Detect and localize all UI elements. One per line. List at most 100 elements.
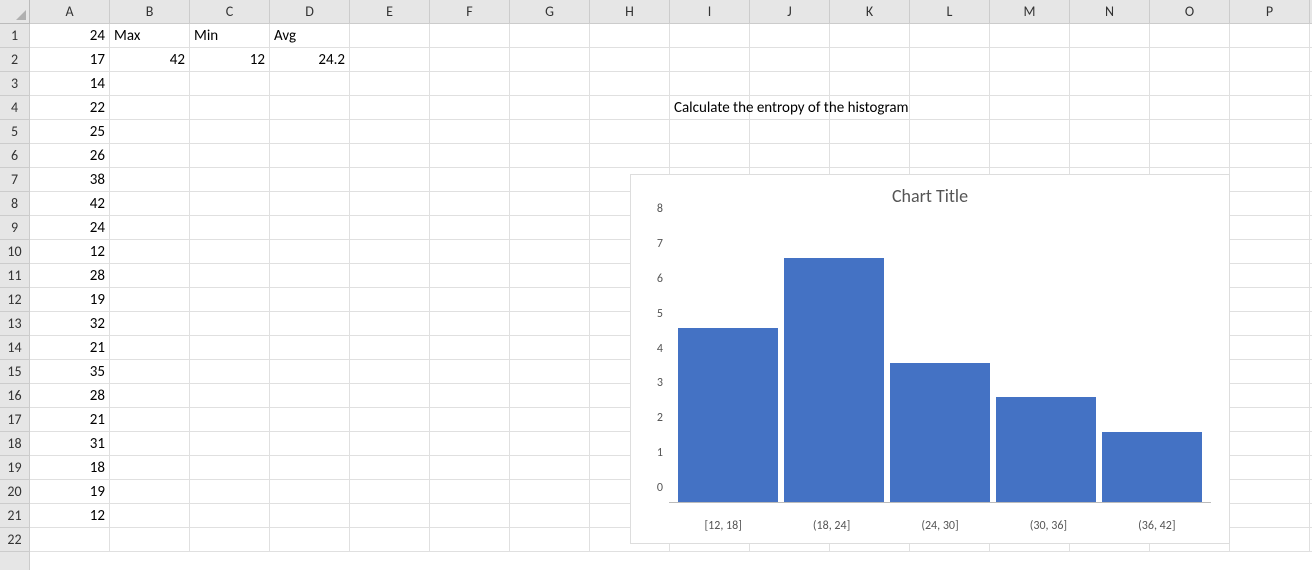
cell-B15[interactable] bbox=[110, 360, 190, 383]
cell-L3[interactable] bbox=[910, 72, 990, 95]
cell-N1[interactable] bbox=[1070, 24, 1150, 47]
column-header-N[interactable]: N bbox=[1070, 0, 1150, 23]
row-header-5[interactable]: 5 bbox=[0, 120, 29, 144]
row-header-7[interactable]: 7 bbox=[0, 168, 29, 192]
row-header-13[interactable]: 13 bbox=[0, 312, 29, 336]
cell-I6[interactable] bbox=[670, 144, 750, 167]
cell-C17[interactable] bbox=[190, 408, 270, 431]
cell-L4[interactable] bbox=[910, 96, 990, 119]
chart-bar[interactable] bbox=[890, 363, 990, 503]
cell-F10[interactable] bbox=[430, 240, 510, 263]
cell-N6[interactable] bbox=[1070, 144, 1150, 167]
column-header-C[interactable]: C bbox=[190, 0, 270, 23]
row-header-17[interactable]: 17 bbox=[0, 408, 29, 432]
cell-B13[interactable] bbox=[110, 312, 190, 335]
cell-A16[interactable]: 28 bbox=[30, 384, 110, 407]
cell-G20[interactable] bbox=[510, 480, 590, 503]
cell-B10[interactable] bbox=[110, 240, 190, 263]
cell-E19[interactable] bbox=[350, 456, 430, 479]
cell-M3[interactable] bbox=[990, 72, 1070, 95]
cell-G9[interactable] bbox=[510, 216, 590, 239]
column-header-H[interactable]: H bbox=[590, 0, 670, 23]
cell-F21[interactable] bbox=[430, 504, 510, 527]
cell-F17[interactable] bbox=[430, 408, 510, 431]
cell-C7[interactable] bbox=[190, 168, 270, 191]
cell-C2[interactable]: 12 bbox=[190, 48, 270, 71]
cell-J6[interactable] bbox=[750, 144, 830, 167]
cell-C8[interactable] bbox=[190, 192, 270, 215]
cell-H5[interactable] bbox=[590, 120, 670, 143]
cell-F12[interactable] bbox=[430, 288, 510, 311]
cell-P19[interactable] bbox=[1230, 456, 1310, 479]
cell-P9[interactable] bbox=[1230, 216, 1310, 239]
cell-C19[interactable] bbox=[190, 456, 270, 479]
cell-D13[interactable] bbox=[270, 312, 350, 335]
cell-G16[interactable] bbox=[510, 384, 590, 407]
cell-D9[interactable] bbox=[270, 216, 350, 239]
cell-M2[interactable] bbox=[990, 48, 1070, 71]
column-header-M[interactable]: M bbox=[990, 0, 1070, 23]
cell-P6[interactable] bbox=[1230, 144, 1310, 167]
cell-A22[interactable] bbox=[30, 528, 110, 551]
cell-B14[interactable] bbox=[110, 336, 190, 359]
cell-O3[interactable] bbox=[1150, 72, 1230, 95]
cell-C6[interactable] bbox=[190, 144, 270, 167]
cell-E3[interactable] bbox=[350, 72, 430, 95]
cell-D21[interactable] bbox=[270, 504, 350, 527]
cell-A15[interactable]: 35 bbox=[30, 360, 110, 383]
row-header-20[interactable]: 20 bbox=[0, 480, 29, 504]
cell-E13[interactable] bbox=[350, 312, 430, 335]
cell-N5[interactable] bbox=[1070, 120, 1150, 143]
cell-A12[interactable]: 19 bbox=[30, 288, 110, 311]
cell-D4[interactable] bbox=[270, 96, 350, 119]
cell-P13[interactable] bbox=[1230, 312, 1310, 335]
cell-G22[interactable] bbox=[510, 528, 590, 551]
cell-P1[interactable] bbox=[1230, 24, 1310, 47]
cell-D3[interactable] bbox=[270, 72, 350, 95]
cell-G3[interactable] bbox=[510, 72, 590, 95]
cell-B22[interactable] bbox=[110, 528, 190, 551]
cell-F5[interactable] bbox=[430, 120, 510, 143]
cell-O2[interactable] bbox=[1150, 48, 1230, 71]
cell-C14[interactable] bbox=[190, 336, 270, 359]
row-header-14[interactable]: 14 bbox=[0, 336, 29, 360]
cell-D7[interactable] bbox=[270, 168, 350, 191]
cell-F20[interactable] bbox=[430, 480, 510, 503]
cell-E20[interactable] bbox=[350, 480, 430, 503]
cell-A1[interactable]: 24 bbox=[30, 24, 110, 47]
cell-D6[interactable] bbox=[270, 144, 350, 167]
cell-B18[interactable] bbox=[110, 432, 190, 455]
cell-A6[interactable]: 26 bbox=[30, 144, 110, 167]
cell-P4[interactable] bbox=[1230, 96, 1310, 119]
cell-P22[interactable] bbox=[1230, 528, 1310, 551]
cells-area[interactable]: 24MaxMinAvg17421224.21422Calculate the e… bbox=[30, 24, 1312, 570]
cell-A14[interactable]: 21 bbox=[30, 336, 110, 359]
cell-H1[interactable] bbox=[590, 24, 670, 47]
row-header-2[interactable]: 2 bbox=[0, 48, 29, 72]
cell-D5[interactable] bbox=[270, 120, 350, 143]
cell-D18[interactable] bbox=[270, 432, 350, 455]
cell-B3[interactable] bbox=[110, 72, 190, 95]
cell-J1[interactable] bbox=[750, 24, 830, 47]
cell-E18[interactable] bbox=[350, 432, 430, 455]
cell-G4[interactable] bbox=[510, 96, 590, 119]
cell-J2[interactable] bbox=[750, 48, 830, 71]
cell-P16[interactable] bbox=[1230, 384, 1310, 407]
cell-J3[interactable] bbox=[750, 72, 830, 95]
column-header-K[interactable]: K bbox=[830, 0, 910, 23]
cell-E12[interactable] bbox=[350, 288, 430, 311]
chart-bar[interactable] bbox=[1102, 432, 1202, 502]
cell-L2[interactable] bbox=[910, 48, 990, 71]
cell-C20[interactable] bbox=[190, 480, 270, 503]
cell-E15[interactable] bbox=[350, 360, 430, 383]
cell-P7[interactable] bbox=[1230, 168, 1310, 191]
cell-P18[interactable] bbox=[1230, 432, 1310, 455]
cell-D12[interactable] bbox=[270, 288, 350, 311]
cell-G13[interactable] bbox=[510, 312, 590, 335]
cell-P10[interactable] bbox=[1230, 240, 1310, 263]
column-header-J[interactable]: J bbox=[750, 0, 830, 23]
chart-bar[interactable] bbox=[784, 258, 884, 502]
cell-G5[interactable] bbox=[510, 120, 590, 143]
cell-P17[interactable] bbox=[1230, 408, 1310, 431]
cell-A13[interactable]: 32 bbox=[30, 312, 110, 335]
